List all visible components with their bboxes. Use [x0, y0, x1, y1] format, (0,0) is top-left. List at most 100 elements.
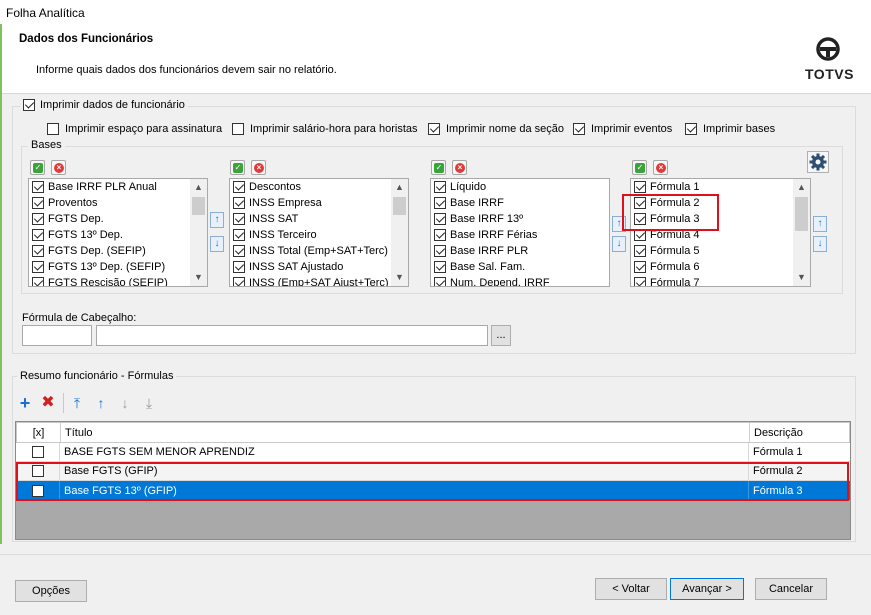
- scrollbar[interactable]: ▲ ▼: [391, 179, 408, 286]
- list-item-checkbox[interactable]: [32, 229, 44, 241]
- row-checkbox[interactable]: [31, 446, 44, 458]
- bases-list-1[interactable]: Base IRRF PLR Anual Proventos FGTS Dep. …: [28, 178, 208, 287]
- option-section-name-checkbox[interactable]: [428, 123, 440, 135]
- scroll-thumb[interactable]: [192, 197, 205, 215]
- bases-list-1-check-all-button[interactable]: ✓: [30, 160, 45, 175]
- list-item-checkbox[interactable]: [32, 261, 44, 273]
- list-item[interactable]: Num. Depend. IRRF: [431, 275, 609, 286]
- list-item-checkbox[interactable]: [434, 213, 446, 225]
- move-down-button[interactable]: ↓: [210, 236, 224, 252]
- list-item-checkbox[interactable]: [32, 245, 44, 257]
- scroll-thumb[interactable]: [795, 197, 808, 231]
- list-item[interactable]: Base IRRF PLR: [431, 243, 609, 259]
- move-to-bottom-icon[interactable]: ⤓: [141, 395, 157, 411]
- bases-list-4-check-all-button[interactable]: ✓: [632, 160, 647, 175]
- list-item[interactable]: Líquido: [431, 179, 609, 195]
- list-item-checkbox[interactable]: [434, 245, 446, 257]
- bases-list-3-uncheck-all-button[interactable]: ×: [452, 160, 467, 175]
- delete-icon[interactable]: ✖: [40, 395, 56, 411]
- list-item[interactable]: INSS Total (Emp+SAT+Terc): [230, 243, 408, 259]
- list-item-checkbox[interactable]: [233, 229, 245, 241]
- list-item[interactable]: INSS Terceiro: [230, 227, 408, 243]
- scroll-thumb[interactable]: [393, 197, 406, 215]
- list-item[interactable]: FGTS Rescisão (SEFIP): [29, 275, 207, 286]
- list-item[interactable]: Proventos: [29, 195, 207, 211]
- list-item[interactable]: Descontos: [230, 179, 408, 195]
- list-item-checkbox[interactable]: [434, 261, 446, 273]
- scroll-down-icon[interactable]: ▼: [190, 269, 207, 286]
- add-icon[interactable]: +: [17, 394, 33, 412]
- list-item[interactable]: FGTS Dep.: [29, 211, 207, 227]
- option-events-checkbox[interactable]: [573, 123, 585, 135]
- move-down-icon[interactable]: ↓: [117, 395, 133, 411]
- bases-list-3-check-all-button[interactable]: ✓: [431, 160, 446, 175]
- column-header-description[interactable]: Descrição: [750, 423, 851, 442]
- list-item[interactable]: Base IRRF 13º: [431, 211, 609, 227]
- scroll-up-icon[interactable]: ▲: [190, 179, 207, 196]
- list-item[interactable]: Fórmula 1: [631, 179, 810, 195]
- formula-header-description-input[interactable]: [96, 325, 488, 346]
- next-button[interactable]: Avançar >: [670, 578, 744, 600]
- list-item-checkbox[interactable]: [233, 245, 245, 257]
- option-events[interactable]: Imprimir eventos: [573, 123, 672, 135]
- option-signature-checkbox[interactable]: [47, 123, 59, 135]
- list-item[interactable]: Base IRRF: [431, 195, 609, 211]
- list-item[interactable]: FGTS Dep. (SEFIP): [29, 243, 207, 259]
- move-down-button[interactable]: ↓: [612, 236, 626, 252]
- list-item[interactable]: Base Sal. Fam.: [431, 259, 609, 275]
- list-item-checkbox[interactable]: [434, 229, 446, 241]
- move-up-button[interactable]: ↑: [813, 216, 827, 232]
- scroll-down-icon[interactable]: ▼: [793, 269, 810, 286]
- list-item[interactable]: Fórmula 5: [631, 243, 810, 259]
- bases-list-1-uncheck-all-button[interactable]: ×: [51, 160, 66, 175]
- print-data-checkbox[interactable]: [23, 99, 35, 111]
- move-down-button[interactable]: ↓: [813, 236, 827, 252]
- list-item-checkbox[interactable]: [434, 197, 446, 209]
- option-bases-checkbox[interactable]: [685, 123, 697, 135]
- list-item-checkbox[interactable]: [233, 213, 245, 225]
- cancel-button[interactable]: Cancelar: [755, 578, 827, 600]
- move-to-top-icon[interactable]: ⤒: [69, 395, 85, 411]
- list-item-checkbox[interactable]: [32, 277, 44, 286]
- list-item-checkbox[interactable]: [233, 181, 245, 193]
- option-hourly-wage-checkbox[interactable]: [232, 123, 244, 135]
- list-item-checkbox[interactable]: [233, 277, 245, 286]
- list-item-checkbox[interactable]: [32, 213, 44, 225]
- option-bases[interactable]: Imprimir bases: [685, 123, 775, 135]
- formula-header-code-input[interactable]: [22, 325, 92, 346]
- options-button[interactable]: Opções: [15, 580, 87, 602]
- scroll-up-icon[interactable]: ▲: [391, 179, 408, 196]
- list-item-checkbox[interactable]: [634, 181, 646, 193]
- scroll-down-icon[interactable]: ▼: [391, 269, 408, 286]
- list-item[interactable]: Base IRRF Férias: [431, 227, 609, 243]
- list-item-checkbox[interactable]: [32, 197, 44, 209]
- bases-list-4-uncheck-all-button[interactable]: ×: [653, 160, 668, 175]
- bases-list-2-check-all-button[interactable]: ✓: [230, 160, 245, 175]
- option-hourly-wage[interactable]: Imprimir salário-hora para horistas: [232, 123, 418, 135]
- table-row[interactable]: BASE FGTS SEM MENOR APRENDIZ Fórmula 1: [16, 443, 850, 462]
- list-item[interactable]: INSS (Emp+SAT Ajust+Terc): [230, 275, 408, 286]
- list-item-checkbox[interactable]: [434, 277, 446, 286]
- bases-list-2-uncheck-all-button[interactable]: ×: [251, 160, 266, 175]
- list-item-checkbox[interactable]: [634, 261, 646, 273]
- list-item-checkbox[interactable]: [233, 261, 245, 273]
- list-item-checkbox[interactable]: [434, 181, 446, 193]
- list-item[interactable]: INSS SAT Ajustado: [230, 259, 408, 275]
- scrollbar[interactable]: ▲ ▼: [793, 179, 810, 286]
- column-header-title[interactable]: Título: [61, 423, 750, 442]
- scroll-up-icon[interactable]: ▲: [793, 179, 810, 196]
- back-button[interactable]: < Voltar: [595, 578, 667, 600]
- list-item-checkbox[interactable]: [634, 245, 646, 257]
- list-item[interactable]: FGTS 13º Dep. (SEFIP): [29, 259, 207, 275]
- list-item-checkbox[interactable]: [32, 181, 44, 193]
- bases-list-3[interactable]: Líquido Base IRRF Base IRRF 13º Base IRR…: [430, 178, 610, 287]
- list-item[interactable]: INSS Empresa: [230, 195, 408, 211]
- list-item-checkbox[interactable]: [634, 277, 646, 286]
- move-up-icon[interactable]: ↑: [93, 395, 109, 411]
- bases-list-2[interactable]: Descontos INSS Empresa INSS SAT INSS Ter…: [229, 178, 409, 287]
- column-header-check[interactable]: [x]: [17, 423, 61, 442]
- scrollbar[interactable]: ▲ ▼: [190, 179, 207, 286]
- option-signature[interactable]: Imprimir espaço para assinatura: [47, 123, 222, 135]
- settings-button[interactable]: [807, 151, 829, 173]
- row-check-cell[interactable]: [16, 443, 60, 461]
